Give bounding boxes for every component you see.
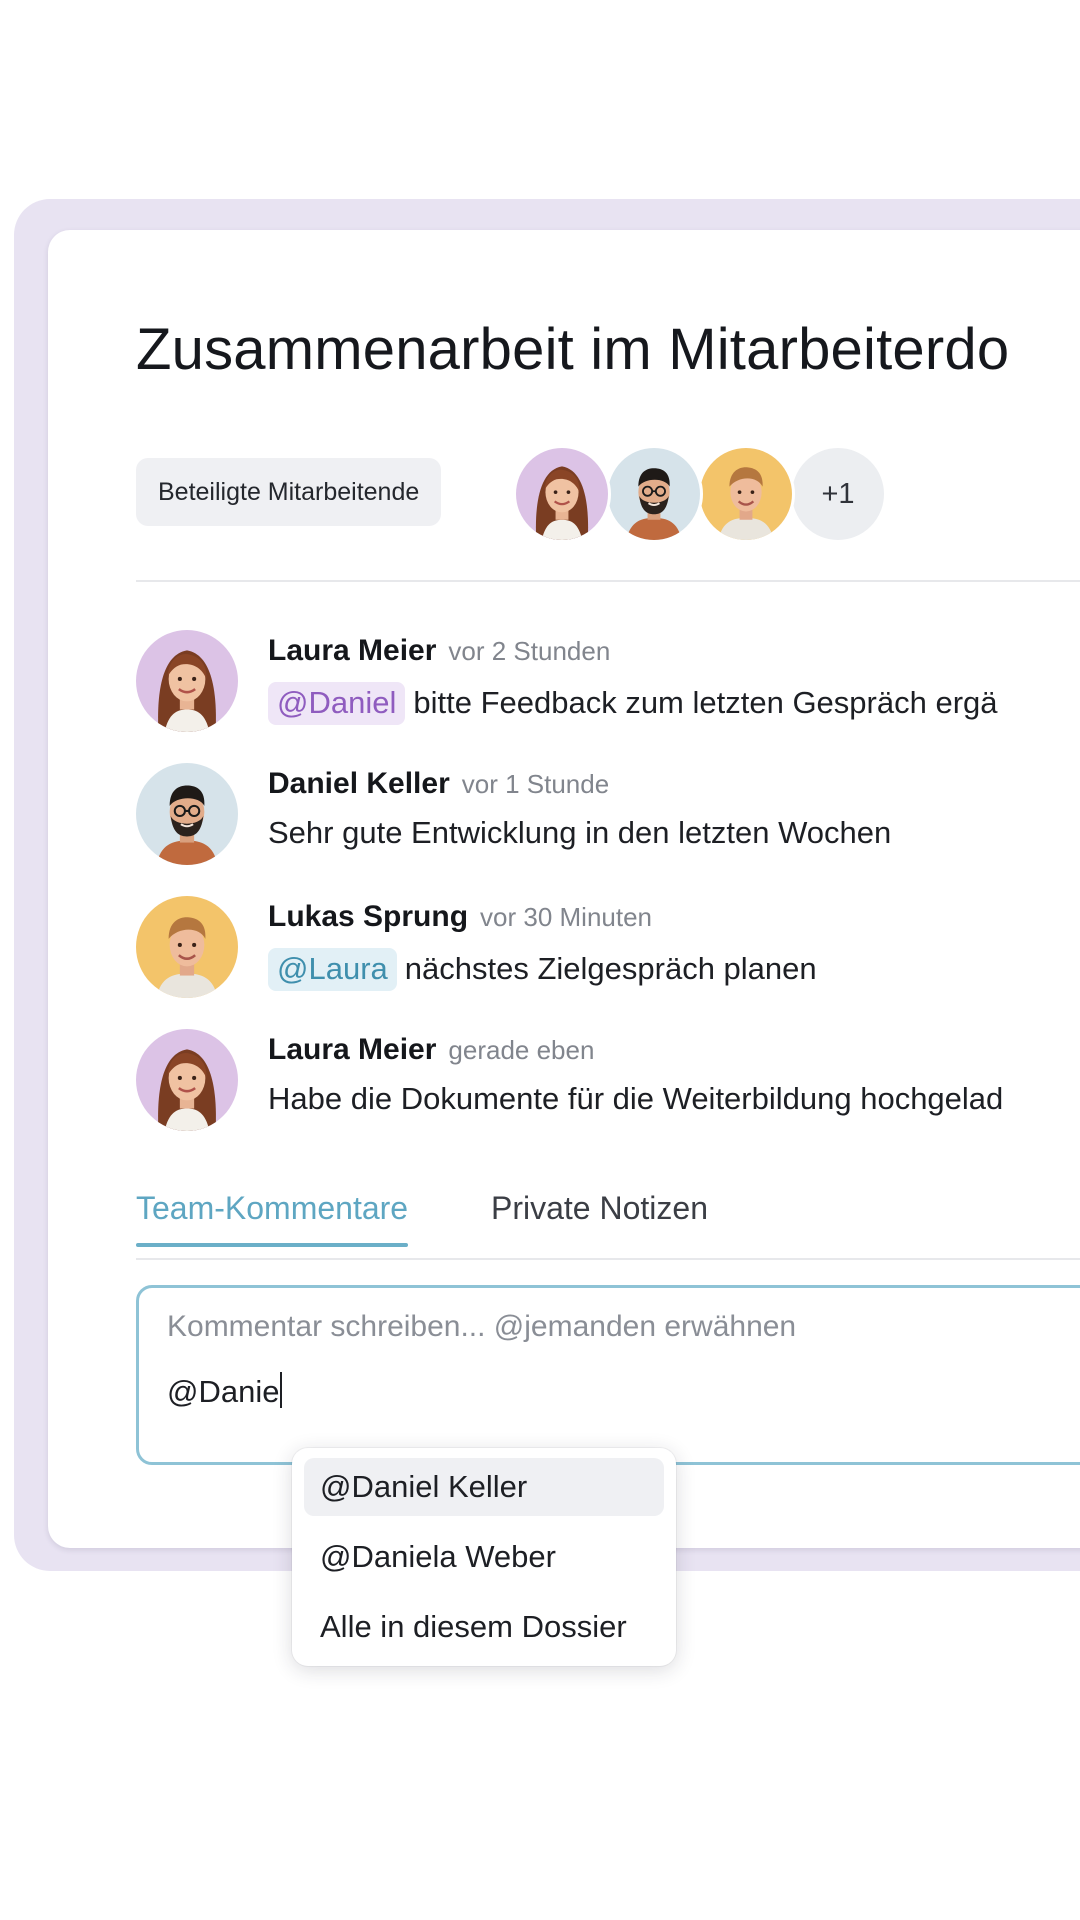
comment-input-text: @Danie	[167, 1374, 280, 1409]
participant-avatar-laura[interactable]	[513, 445, 611, 543]
avatar-daniel-image	[136, 763, 238, 865]
comment-header: Daniel Keller vor 1 Stunde	[268, 767, 609, 801]
collaboration-card: Zusammenarbeit im Mitarbeiterdo Beteilig…	[48, 230, 1080, 1548]
comment-message: Sehr gute Entwicklung in den letzten Woc…	[268, 815, 892, 850]
avatar-laura-image	[136, 1029, 238, 1131]
comment-message: nächstes Zielgespräch planen	[404, 951, 817, 986]
comment-item: Daniel Keller vor 1 Stunde Sehr gute Entw…	[136, 763, 1080, 873]
comment-timestamp: vor 2 Stunden	[448, 636, 611, 666]
comment-tabs: Team-Kommentare Private Notizen	[136, 1190, 1080, 1260]
comment-item: Laura Meier vor 2 Stunden @Daniel bitte Fe…	[136, 630, 1080, 740]
comment-input[interactable]: Kommentar schreiben... @jemanden erwähne…	[136, 1285, 1080, 1465]
avatar-laura-image	[516, 448, 608, 540]
comment-author[interactable]: Laura Meier	[268, 634, 436, 667]
comment-author[interactable]: Daniel Keller	[268, 767, 450, 800]
comment-input-value[interactable]: @Danie	[167, 1372, 283, 1410]
avatar-lukas-image	[136, 896, 238, 998]
mention-suggestion-daniela-weber[interactable]: @Daniela Weber	[304, 1528, 664, 1586]
comment-timestamp: gerade eben	[448, 1035, 595, 1065]
comment-text: @Laura nächstes Zielgespräch planen	[268, 948, 817, 991]
comment-header: Laura Meier gerade eben	[268, 1033, 594, 1067]
participants-label: Beteiligte Mitarbeitende	[136, 458, 442, 526]
comment-avatar[interactable]	[136, 1029, 238, 1131]
comment-author[interactable]: Lukas Sprung	[268, 900, 468, 933]
comment-message: Habe die Dokumente für die Weiterbildung…	[268, 1081, 1004, 1116]
comment-message: bitte Feedback zum letzten Gespräch ergä	[413, 685, 998, 720]
comment-header: Lukas Sprung vor 30 Minuten	[268, 900, 652, 934]
participant-avatar-daniel[interactable]	[605, 445, 703, 543]
avatar-daniel-image	[608, 448, 700, 540]
mention-suggestion-everyone[interactable]: Alle in diesem Dossier	[304, 1598, 664, 1656]
mention-tag[interactable]: @Daniel	[268, 682, 406, 725]
more-participants-badge[interactable]: +1	[789, 445, 887, 543]
comment-author[interactable]: Laura Meier	[268, 1033, 436, 1066]
comment-item: Lukas Sprung vor 30 Minuten @Laura nächste…	[136, 896, 1080, 1006]
tabs-divider	[136, 1258, 1080, 1260]
comment-avatar[interactable]	[136, 896, 238, 998]
tab-private-notes[interactable]: Private Notizen	[491, 1190, 708, 1245]
comment-avatar[interactable]	[136, 763, 238, 865]
comment-header: Laura Meier vor 2 Stunden	[268, 634, 610, 668]
card-title: Zusammenarbeit im Mitarbeiterdo	[136, 317, 1010, 382]
mention-suggestion-daniel-keller[interactable]: @Daniel Keller	[304, 1458, 664, 1516]
screen: Zusammenarbeit im Mitarbeiterdo Beteilig…	[0, 0, 1080, 1920]
comment-text: Sehr gute Entwicklung in den letzten Woc…	[268, 815, 891, 851]
comment-text: Habe die Dokumente für die Weiterbildung…	[268, 1081, 1003, 1117]
comment-input-placeholder: Kommentar schreiben... @jemanden erwähne…	[167, 1310, 797, 1343]
participant-avatar-lukas[interactable]	[697, 445, 795, 543]
divider	[136, 580, 1080, 582]
text-caret	[280, 1372, 283, 1408]
mention-tag[interactable]: @Laura	[268, 948, 397, 991]
comment-timestamp: vor 30 Minuten	[480, 902, 653, 932]
comment-timestamp: vor 1 Stunde	[461, 769, 610, 799]
comment-avatar[interactable]	[136, 630, 238, 732]
tab-team-comments[interactable]: Team-Kommentare	[136, 1190, 409, 1247]
avatar-lukas-image	[700, 448, 792, 540]
avatar-laura-image	[136, 630, 238, 732]
comment-text: @Daniel bitte Feedback zum letzten Gesprä…	[268, 682, 998, 725]
mention-suggestions-dropdown: @Daniel Keller @Daniela Weber Alle in di…	[292, 1448, 676, 1666]
comment-item: Laura Meier gerade eben Habe die Dokument…	[136, 1029, 1080, 1139]
